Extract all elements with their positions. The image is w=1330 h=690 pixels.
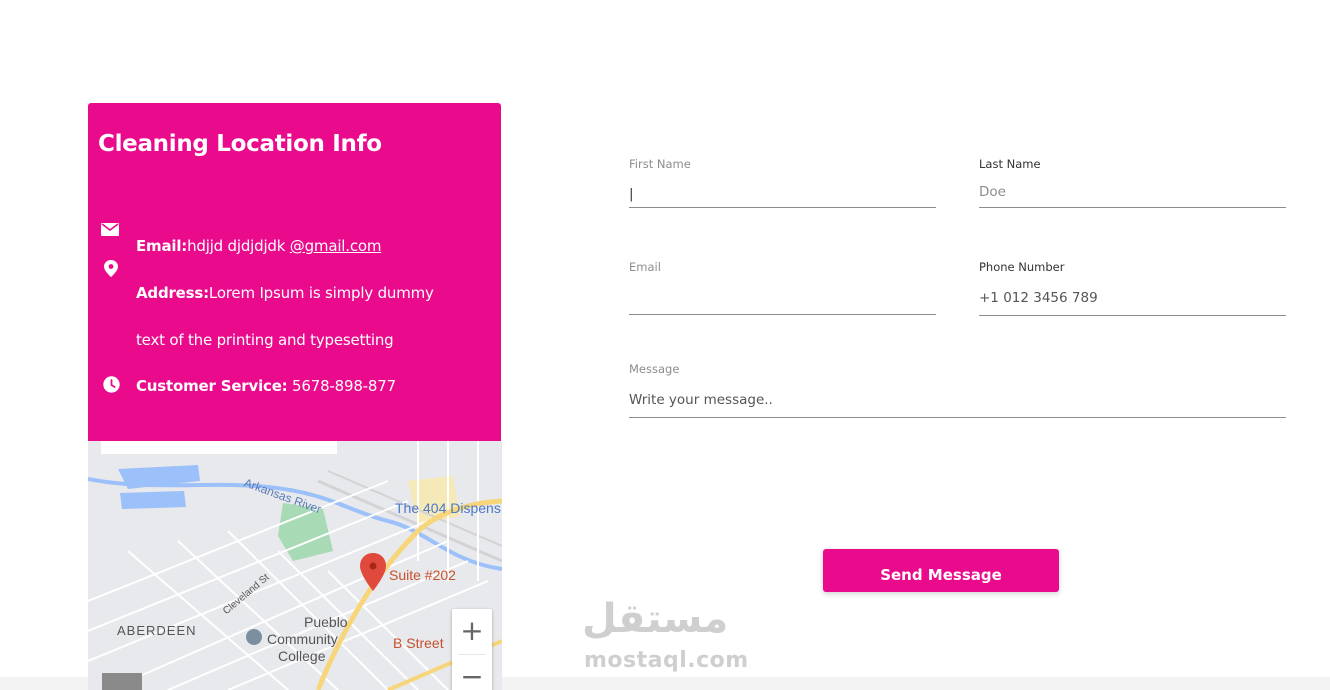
watermark-arabic: مستقل — [582, 596, 729, 642]
zoom-out-button[interactable]: − — [452, 655, 492, 690]
message-field: Message — [629, 362, 1286, 418]
college-label-2: Community — [267, 631, 338, 647]
address-line: Address:Lorem Ipsum is simply dummy — [136, 284, 434, 302]
info-card-title: Cleaning Location Info — [98, 131, 382, 157]
clock-icon — [103, 376, 120, 393]
marker-label: Suite #202 — [389, 567, 456, 583]
zoom-in-button[interactable]: + — [452, 609, 492, 653]
email-field-label: Email — [629, 260, 661, 274]
last-name-input[interactable] — [979, 177, 1286, 208]
email-link[interactable]: @gmail.com — [290, 237, 382, 255]
email-label: Email: — [136, 237, 188, 255]
phone-label: Phone Number — [979, 260, 1065, 274]
place-label: The 404 Dispens — [395, 500, 501, 516]
first-name-field: First Name — [629, 157, 936, 213]
district-label: ABERDEEN — [117, 623, 197, 638]
map-search-card — [101, 441, 337, 454]
location-info-card: Cleaning Location Info Email:hdjjd djdjd… — [88, 103, 501, 441]
mail-icon — [101, 223, 119, 236]
address-line-2: text of the printing and typesetting — [136, 331, 394, 349]
last-name-field: Last Name — [979, 157, 1286, 213]
location-pin-icon — [104, 260, 118, 277]
message-label: Message — [629, 362, 680, 376]
last-name-label: Last Name — [979, 157, 1041, 171]
watermark-latin: mostaql.com — [584, 648, 749, 673]
send-message-button[interactable]: Send Message — [823, 549, 1059, 592]
message-input[interactable] — [629, 382, 1286, 418]
college-label-1: Pueblo — [304, 614, 348, 630]
customer-service-label: Customer Service: — [136, 377, 288, 395]
email-line: Email:hdjjd djdjdjdk @gmail.com — [136, 237, 381, 255]
email-value: hdjjd djdjdjdk — [187, 237, 290, 255]
street2-label: B Street — [393, 635, 444, 651]
address-label: Address: — [136, 284, 209, 302]
map-zoom-control: + − — [452, 609, 492, 690]
first-name-label: First Name — [629, 157, 691, 171]
email-input[interactable] — [629, 288, 936, 315]
phone-field: Phone Number — [979, 260, 1286, 316]
college-label-3: College — [278, 648, 326, 664]
address-line-1: Lorem Ipsum is simply dummy — [208, 284, 434, 302]
customer-service-line: Customer Service: 5678-898-877 — [136, 377, 396, 395]
street-view-thumbnail — [102, 673, 142, 690]
customer-service-value: 5678-898-877 — [287, 377, 396, 395]
email-field: Email — [629, 260, 936, 316]
first-name-input[interactable] — [629, 181, 936, 208]
location-map[interactable]: Arkansas River The 404 Dispens Suite #20… — [88, 441, 502, 690]
college-marker — [246, 629, 262, 645]
phone-input[interactable] — [979, 280, 1286, 316]
